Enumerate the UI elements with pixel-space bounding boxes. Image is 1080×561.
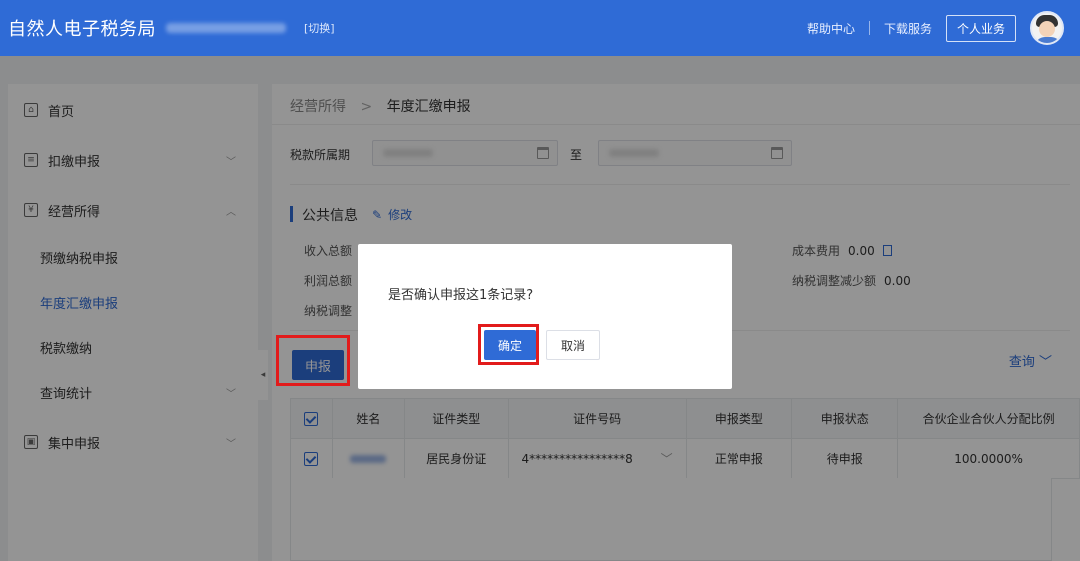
personal-business-button[interactable]: 个人业务 (945, 14, 1016, 42)
download-service-link[interactable]: 下载服务 (884, 20, 932, 37)
avatar[interactable] (1030, 11, 1064, 45)
help-center-link[interactable]: 帮助中心 (807, 20, 855, 37)
confirm-dialog: 是否确认申报这1条记录? 确定 取消 (358, 244, 732, 389)
top-header: 自然人电子税务局 [切换] 帮助中心 下载服务 个人业务 (0, 0, 1080, 56)
avatar-face (1039, 21, 1055, 37)
avatar-body (1035, 37, 1061, 43)
cancel-button[interactable]: 取消 (546, 330, 600, 360)
brand-title: 自然人电子税务局 (8, 19, 156, 40)
organization-name-blurred (166, 23, 286, 33)
switch-link[interactable]: [切换] (304, 20, 335, 36)
header-actions: 帮助中心 下载服务 个人业务 (807, 0, 1080, 56)
dialog-message: 是否确认申报这1条记录? (388, 288, 534, 303)
highlight-box-confirm (478, 324, 539, 365)
header-divider (868, 21, 870, 35)
highlight-box-submit (276, 335, 350, 386)
